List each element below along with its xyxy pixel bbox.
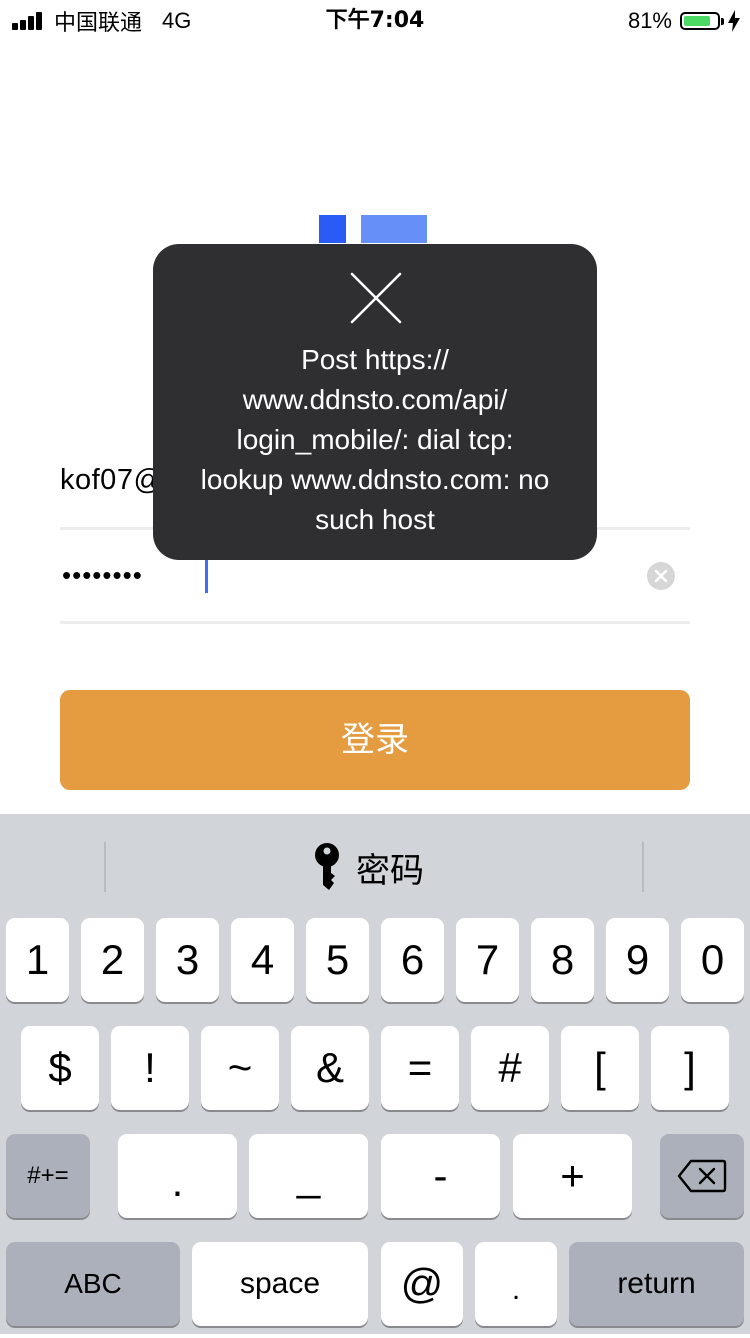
battery-cap — [721, 17, 724, 25]
key-underscore[interactable]: _ — [249, 1134, 368, 1218]
key-space[interactable]: space — [192, 1242, 368, 1326]
battery-fill — [684, 16, 710, 26]
close-x-icon — [350, 272, 402, 324]
key-plus[interactable]: + — [513, 1134, 632, 1218]
status-bar: 中国联通 4G 下午7:04 81% — [0, 0, 750, 40]
key-at[interactable]: @ — [381, 1242, 463, 1326]
key-ampersand[interactable]: & — [291, 1026, 369, 1110]
key-6[interactable]: 6 — [381, 918, 444, 1002]
key-dot[interactable]: . — [475, 1242, 557, 1326]
battery-icon — [680, 12, 720, 30]
password-autofill-hint[interactable]: 密码 — [312, 842, 424, 892]
key-4[interactable]: 4 — [231, 918, 294, 1002]
key-left-bracket[interactable]: [ — [561, 1026, 639, 1110]
charging-bolt-icon — [728, 10, 740, 32]
keyboard: 密码 1 2 3 4 5 6 7 8 9 0 $ ! ~ & = # [ ] #… — [0, 814, 750, 1334]
login-button[interactable]: 登录 — [60, 690, 690, 790]
key-symbols-switch[interactable]: #+= — [6, 1134, 90, 1218]
key-equals[interactable]: = — [381, 1026, 459, 1110]
key-hash[interactable]: # — [471, 1026, 549, 1110]
error-toast: Post https:// www.ddnsto.com/api/ login_… — [153, 244, 597, 560]
key-0[interactable]: 0 — [681, 918, 744, 1002]
text-caret — [205, 557, 208, 593]
key-exclamation[interactable]: ! — [111, 1026, 189, 1110]
logo-block-secondary — [361, 215, 427, 243]
key-5[interactable]: 5 — [306, 918, 369, 1002]
password-value: •••••••• — [62, 560, 143, 590]
key-right-bracket[interactable]: ] — [651, 1026, 729, 1110]
key-dollar[interactable]: $ — [21, 1026, 99, 1110]
logo-block-primary — [319, 215, 346, 243]
suggestion-separator — [104, 842, 106, 892]
key-9[interactable]: 9 — [606, 918, 669, 1002]
key-backspace[interactable] — [660, 1134, 744, 1218]
key-tilde[interactable]: ~ — [201, 1026, 279, 1110]
key-2[interactable]: 2 — [81, 918, 144, 1002]
toast-message: Post https:// www.ddnsto.com/api/ login_… — [200, 344, 550, 535]
password-divider — [60, 621, 690, 624]
key-return[interactable]: return — [569, 1242, 744, 1326]
backspace-icon — [677, 1159, 727, 1193]
clear-password-button[interactable] — [647, 562, 675, 590]
key-7[interactable]: 7 — [456, 918, 519, 1002]
key-1[interactable]: 1 — [6, 918, 69, 1002]
keyboard-suggestion-bar: 密码 — [0, 814, 750, 918]
key-abc-switch[interactable]: ABC — [6, 1242, 180, 1326]
clear-x-icon — [654, 569, 668, 583]
key-3[interactable]: 3 — [156, 918, 219, 1002]
key-hyphen[interactable]: - — [381, 1134, 500, 1218]
status-right: 81% — [628, 6, 740, 36]
email-value: kof07@ — [60, 464, 164, 496]
battery-percent: 81% — [627, 8, 672, 33]
key-period[interactable]: . — [118, 1134, 237, 1218]
key-icon — [315, 843, 339, 890]
password-hint-label: 密码 — [356, 850, 424, 891]
key-8[interactable]: 8 — [531, 918, 594, 1002]
suggestion-separator — [642, 842, 644, 892]
